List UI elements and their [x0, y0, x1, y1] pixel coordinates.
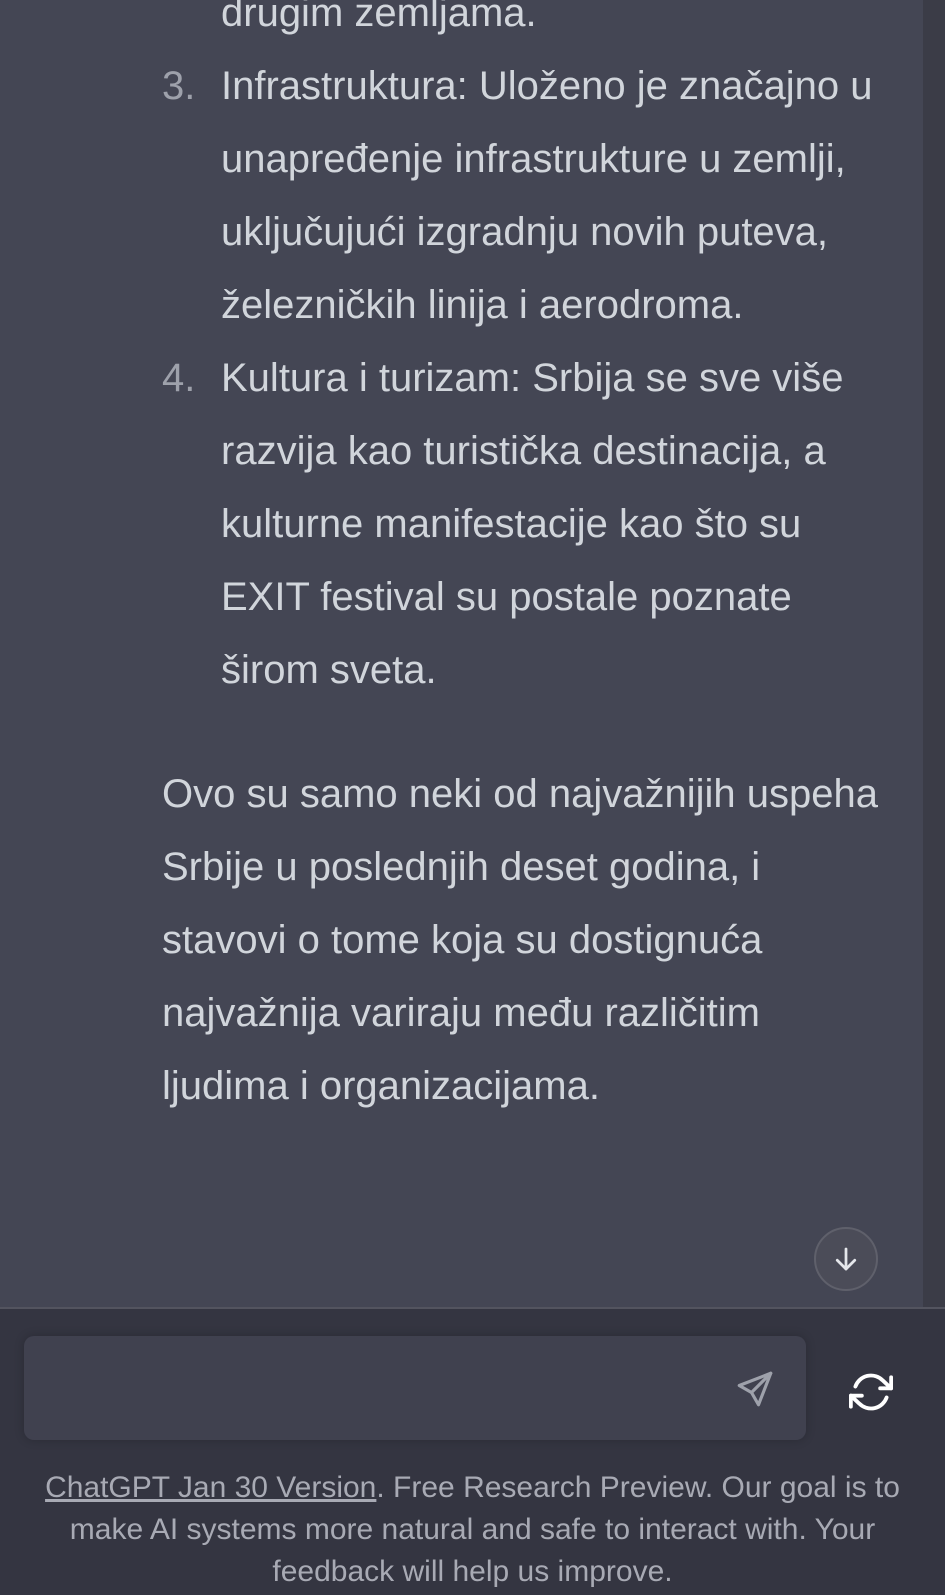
- assistant-message: drugim zemljama. 3. Infrastruktura: Ulož…: [162, 0, 882, 1123]
- message-input[interactable]: [24, 1336, 806, 1440]
- refresh-icon: [849, 1373, 893, 1411]
- version-link[interactable]: ChatGPT Jan 30 Version: [45, 1471, 376, 1504]
- send-button[interactable]: [732, 1366, 778, 1412]
- paper-plane-icon: [737, 1371, 773, 1407]
- chat-area: drugim zemljama. 3. Infrastruktura: Ulož…: [0, 0, 945, 1307]
- regenerate-button[interactable]: [845, 1366, 897, 1418]
- message-continuation: drugim zemljama.: [221, 0, 537, 35]
- list-item: 4. Kultura i turizam: Srbija se sve više…: [162, 342, 882, 707]
- arrow-down-icon: [835, 1247, 857, 1271]
- footer-text: ChatGPT Jan 30 Version. Free Research Pr…: [30, 1467, 915, 1593]
- list-number: 3.: [162, 64, 196, 108]
- list-number: 4.: [162, 356, 196, 400]
- scroll-down-button[interactable]: [814, 1227, 878, 1291]
- scrollbar-track[interactable]: [923, 0, 945, 1307]
- composer-panel: ChatGPT Jan 30 Version. Free Research Pr…: [0, 1309, 945, 1595]
- message-summary: Ovo su samo neki od najvažnijih uspeha S…: [162, 772, 878, 1108]
- list-item-text: Kultura i turizam: Srbija se sve više ra…: [221, 356, 844, 692]
- list-item-text: Infrastruktura: Uloženo je značajno u un…: [221, 64, 873, 327]
- list-item: 3. Infrastruktura: Uloženo je značajno u…: [162, 50, 882, 342]
